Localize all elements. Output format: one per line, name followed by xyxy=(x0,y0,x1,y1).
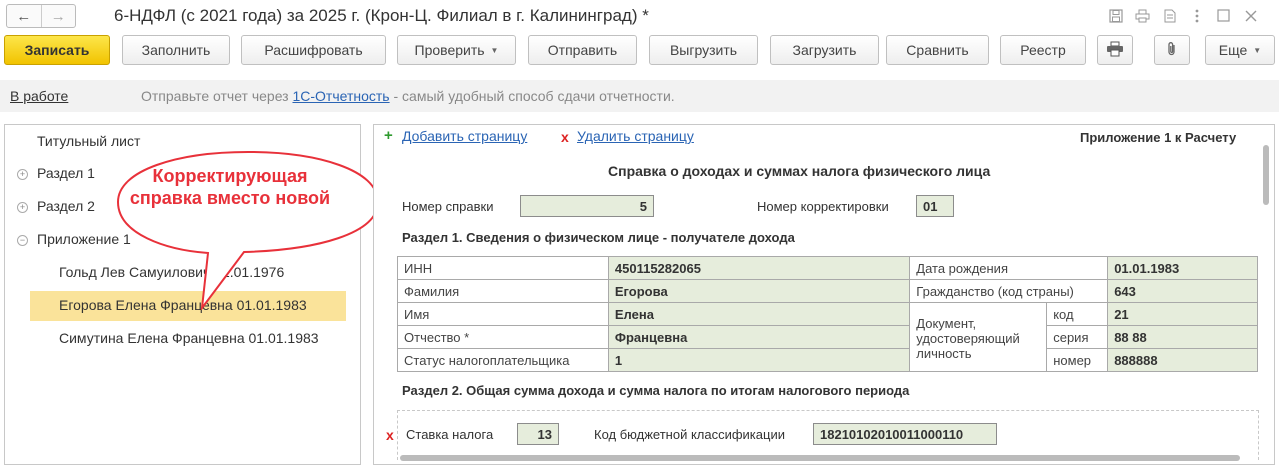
arrow-right-icon: → xyxy=(50,7,66,25)
name-label: Имя xyxy=(397,302,609,326)
decode-button[interactable]: Расшифровать xyxy=(241,35,386,65)
save-icon[interactable] xyxy=(1107,7,1124,24)
doc-series-label: серия xyxy=(1046,325,1109,349)
section2-title: Раздел 2. Общая сумма дохода и сумма нал… xyxy=(402,383,910,398)
compare-button[interactable]: Сравнить xyxy=(886,35,989,65)
check-button-label: Проверить xyxy=(414,42,485,58)
info-text-before: Отправьте отчет через xyxy=(141,88,293,104)
horizontal-scrollbar[interactable] xyxy=(378,454,1260,462)
correction-label: Номер корректировки xyxy=(757,199,889,214)
save-button[interactable]: Записать xyxy=(4,35,110,65)
surname-field[interactable]: Егорова xyxy=(607,279,911,303)
correction-field[interactable]: 01 xyxy=(916,195,954,217)
scroll-thumb[interactable] xyxy=(400,455,1240,461)
more-button-label: Еще xyxy=(1218,42,1248,58)
unload-button[interactable]: Выгрузить xyxy=(649,35,758,65)
taxpayer-status-label: Статус налогоплательщика xyxy=(397,348,609,372)
more-dropdown-button[interactable]: Еще ▼ xyxy=(1205,35,1275,65)
document-icon[interactable] xyxy=(1161,7,1178,24)
doc-code-field[interactable]: 21 xyxy=(1107,302,1258,326)
kbk-label: Код бюджетной классификации xyxy=(594,427,785,442)
toolbar: Записать Заполнить Расшифровать Проверит… xyxy=(0,35,1279,67)
cert-number-label: Номер справки xyxy=(402,199,494,214)
printer-icon xyxy=(1106,41,1124,60)
kbk-field[interactable]: 18210102010011000110 xyxy=(813,423,997,445)
citizenship-field[interactable]: 643 xyxy=(1107,279,1258,303)
registry-button[interactable]: Реестр xyxy=(1000,35,1086,65)
annex-label: Приложение 1 к Расчету xyxy=(1080,130,1237,145)
paperclip-icon xyxy=(1166,41,1178,60)
status-link[interactable]: В работе xyxy=(10,88,68,104)
name-field[interactable]: Елена xyxy=(607,302,911,326)
tree-item-section-2[interactable]: Раздел 2 xyxy=(37,198,95,214)
print-icon[interactable] xyxy=(1134,7,1151,24)
print-button[interactable] xyxy=(1097,35,1133,65)
expand-icon[interactable]: + xyxy=(17,169,28,180)
callout-text: Корректирующая справка вместо новой xyxy=(129,166,331,208)
nav-buttons: ← → xyxy=(6,4,76,28)
tree-item-title-page[interactable]: Титульный лист xyxy=(37,133,140,149)
doc-code-label: код xyxy=(1046,302,1109,326)
cert-number-field[interactable]: 5 xyxy=(520,195,654,217)
back-button[interactable]: ← xyxy=(7,5,41,27)
forward-button[interactable]: → xyxy=(40,5,76,27)
fill-button[interactable]: Заполнить xyxy=(122,35,230,65)
caret-down-icon: ▼ xyxy=(1253,45,1262,55)
expand-icon[interactable]: + xyxy=(17,202,28,213)
info-bar: В работе Отправьте отчет через 1С-Отчетн… xyxy=(0,80,1279,112)
doc-number-label: номер xyxy=(1046,348,1109,372)
surname-label: Фамилия xyxy=(397,279,609,303)
section1-title: Раздел 1. Сведения о физическом лице - п… xyxy=(402,230,795,245)
check-dropdown-button[interactable]: Проверить ▼ xyxy=(397,35,516,65)
arrow-left-icon: ← xyxy=(16,7,32,25)
send-button[interactable]: Отправить xyxy=(528,35,637,65)
window-icons xyxy=(1107,7,1259,24)
window-title: 6-НДФЛ (с 2021 года) за 2025 г. (Крон-Ц.… xyxy=(114,6,649,25)
vertical-scrollbar[interactable] xyxy=(1262,145,1270,460)
person-info-table: ИНН 450115282065 Дата рождения 01.01.198… xyxy=(397,256,1258,372)
birthdate-label: Дата рождения xyxy=(909,256,1109,280)
close-icon[interactable] xyxy=(1242,7,1259,24)
attach-button[interactable] xyxy=(1154,35,1190,65)
doc-series-field[interactable]: 88 88 xyxy=(1107,325,1258,349)
title-bar: ← → 6-НДФЛ (с 2021 года) за 2025 г. (Кро… xyxy=(0,0,1279,32)
patronymic-field[interactable]: Францевна xyxy=(607,325,911,349)
id-document-label: Документ, удостоверяющий личность xyxy=(909,302,1048,372)
delete-page-link[interactable]: Удалить страницу xyxy=(577,128,694,144)
taxpayer-status-field[interactable]: 1 xyxy=(607,348,911,372)
scroll-thumb[interactable] xyxy=(1263,145,1269,205)
tax-rate-field[interactable]: 13 xyxy=(517,423,559,445)
info-text-after: - самый удобный способ сдачи отчетности. xyxy=(389,88,675,104)
birthdate-field[interactable]: 01.01.1983 xyxy=(1107,256,1258,280)
tree-item-person[interactable]: Симутина Елена Францевна 01.01.1983 xyxy=(59,330,319,346)
patronymic-label: Отчество * xyxy=(397,325,609,349)
inn-label: ИНН xyxy=(397,256,609,280)
1c-reporting-link[interactable]: 1С-Отчетность xyxy=(292,88,389,104)
tax-rate-label: Ставка налога xyxy=(406,427,494,442)
add-page-link[interactable]: Добавить страницу xyxy=(402,128,527,144)
form-title: Справка о доходах и суммах налога физиче… xyxy=(608,163,991,179)
citizenship-label: Гражданство (код страны) xyxy=(909,279,1109,303)
doc-number-field[interactable]: 888888 xyxy=(1107,348,1258,372)
tree-item-section-1[interactable]: Раздел 1 xyxy=(37,165,95,181)
more-vertical-icon[interactable] xyxy=(1188,7,1205,24)
certificate-form: + Добавить страницу x Удалить страницу П… xyxy=(373,124,1275,465)
load-button[interactable]: Загрузить xyxy=(770,35,879,65)
maximize-icon[interactable] xyxy=(1215,7,1232,24)
plus-icon: + xyxy=(384,127,393,144)
remove-rate-x-icon[interactable]: x xyxy=(386,427,394,443)
delete-x-icon: x xyxy=(561,129,569,145)
collapse-icon[interactable]: − xyxy=(17,235,28,246)
inn-field[interactable]: 450115282065 xyxy=(607,256,911,280)
info-message: Отправьте отчет через 1С-Отчетность - са… xyxy=(141,88,675,104)
caret-down-icon: ▼ xyxy=(490,45,499,55)
